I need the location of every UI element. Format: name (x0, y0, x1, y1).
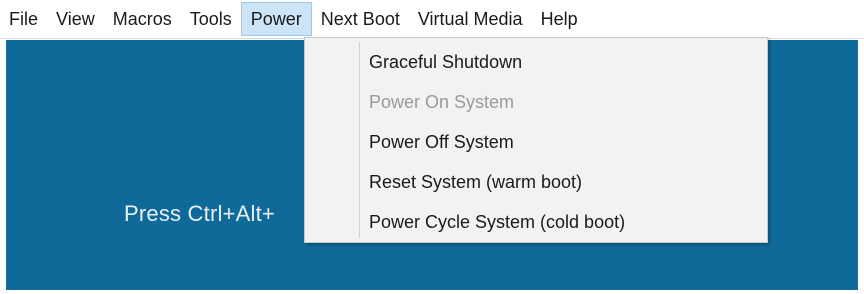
menu-item-reset-system[interactable]: Reset System (warm boot) (369, 164, 582, 200)
menu-item-power-off-system[interactable]: Power Off System (369, 124, 514, 160)
power-dropdown-menu: Graceful Shutdown Power On System Power … (304, 37, 768, 243)
menu-next-boot[interactable]: Next Boot (312, 2, 409, 36)
menu-help[interactable]: Help (532, 2, 587, 36)
menu-bar: File View Macros Tools Power Next Boot V… (0, 0, 864, 39)
menu-file[interactable]: File (0, 2, 47, 36)
menu-virtual-media[interactable]: Virtual Media (409, 2, 532, 36)
menu-macros[interactable]: Macros (104, 2, 181, 36)
menu-power[interactable]: Power (240, 2, 312, 36)
kvm-viewer-window: File View Macros Tools Power Next Boot V… (0, 0, 864, 294)
console-message: Press Ctrl+Alt+ (124, 201, 275, 226)
menu-tools[interactable]: Tools (181, 2, 241, 36)
menu-item-power-cycle-system[interactable]: Power Cycle System (cold boot) (369, 204, 625, 240)
menu-item-graceful-shutdown[interactable]: Graceful Shutdown (369, 44, 522, 80)
menu-view[interactable]: View (47, 2, 104, 36)
menu-gutter-divider (359, 42, 360, 238)
menu-item-power-on-system: Power On System (369, 91, 515, 112)
